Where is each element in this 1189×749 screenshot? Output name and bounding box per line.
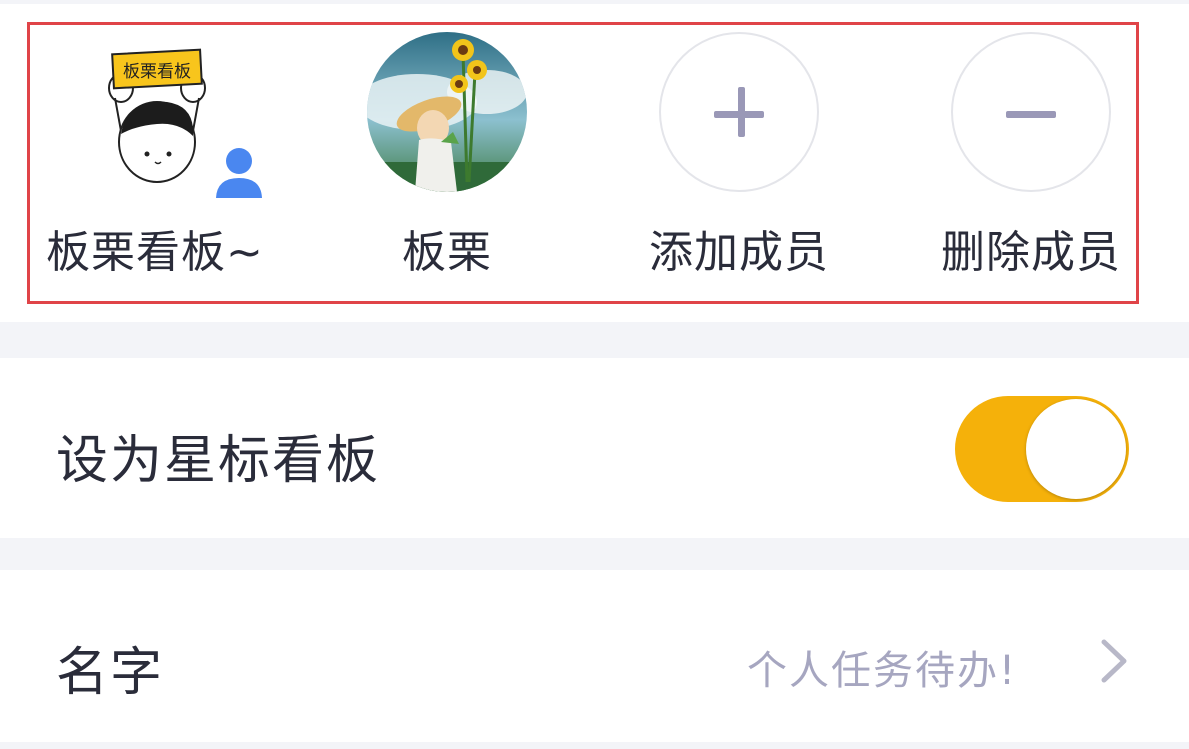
star-board-toggle[interactable] [955, 396, 1129, 502]
person-icon [216, 148, 262, 198]
remove-member-button[interactable]: 删除成员 [911, 32, 1151, 282]
add-member-button[interactable]: 添加成员 [619, 32, 859, 282]
member-board-avatar[interactable]: 板栗看板 板栗看板~ [35, 32, 275, 282]
board-avatar: 板栗看板 [75, 32, 235, 192]
remove-member-label: 删除成员 [941, 227, 1121, 278]
name-row[interactable]: 名字 个人任务待办! [0, 570, 1189, 742]
name-label: 名字 [56, 643, 165, 703]
user-avatar [367, 32, 527, 192]
chevron-right-icon [1101, 639, 1127, 683]
member-photo-avatar[interactable]: 板栗 [327, 32, 567, 282]
add-member-circle[interactable] [659, 32, 819, 192]
name-value: 个人任务待办! [746, 648, 1017, 694]
star-board-row: 设为星标看板 [0, 358, 1189, 538]
star-board-label: 设为星标看板 [56, 431, 381, 491]
members-section: 板栗看板 板栗看板~ 板栗 添加成员 删除成员 [0, 4, 1189, 322]
add-member-label: 添加成员 [649, 227, 829, 278]
remove-member-circle[interactable] [951, 32, 1111, 192]
member-label: 板栗 [402, 227, 492, 278]
toggle-knob [1026, 399, 1126, 499]
sunflower-avatar-image [367, 32, 527, 192]
avatar-sign-text: 板栗看板 [123, 62, 191, 82]
board-avatar-illustration: 板栗看板 [75, 32, 235, 192]
member-label: 板栗看板~ [46, 227, 264, 278]
